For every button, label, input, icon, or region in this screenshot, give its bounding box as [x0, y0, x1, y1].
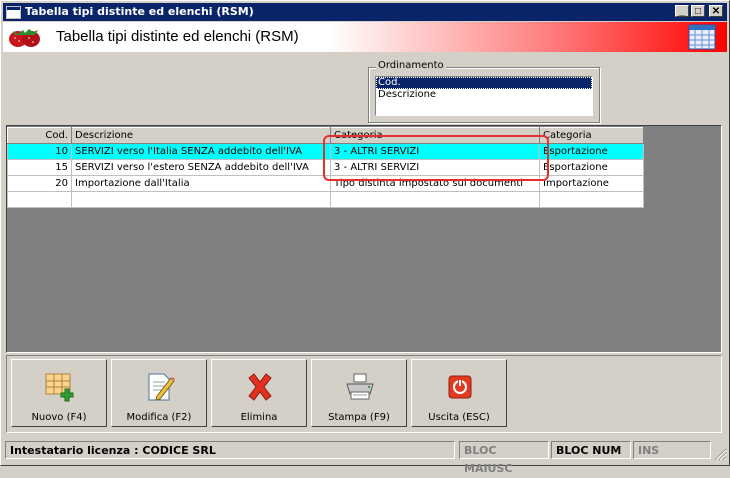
cell-cod[interactable]: 15 [7, 159, 72, 176]
delete-button-label: Elimina [240, 412, 278, 423]
close-button[interactable]: ✕ [709, 5, 723, 17]
column-header-cod[interactable]: Cod. [7, 127, 72, 144]
cell-descrizione[interactable]: Importazione dall'Italia [71, 175, 331, 192]
new-button-label: Nuovo (F4) [31, 412, 87, 423]
cell-empty[interactable] [71, 191, 331, 208]
sort-listbox[interactable]: Cod. Descrizione [375, 76, 593, 116]
main-window: Tabella tipi distinte ed elenchi (RSM) _… [0, 0, 730, 475]
print-button[interactable]: Stampa (F9) [311, 359, 407, 427]
title-bar[interactable]: Tabella tipi distinte ed elenchi (RSM) _… [3, 3, 727, 21]
printer-icon [346, 373, 374, 400]
exit-button[interactable]: Uscita (ESC) [411, 359, 507, 427]
page-title: Tabella tipi distinte ed elenchi (RSM) [56, 28, 299, 45]
header-banner: Tabella tipi distinte ed elenchi (RSM) [3, 22, 727, 52]
new-button[interactable]: Nuovo (F4) [11, 359, 107, 427]
calendar-icon[interactable] [688, 24, 716, 50]
exit-button-label: Uscita (ESC) [428, 412, 490, 423]
action-toolbar: Nuovo (F4) Modifica (F2) Elimina Stampa … [6, 355, 722, 433]
cell-categoria-2[interactable]: Importazione [539, 175, 644, 192]
license-status: Intestatario licenza : CODICE SRL [5, 441, 455, 459]
edit-button[interactable]: Modifica (F2) [111, 359, 207, 427]
cell-descrizione[interactable]: SERVIZI verso l'Italia SENZA addebito de… [71, 143, 331, 160]
minimize-button[interactable]: _ [675, 5, 689, 17]
delete-x-icon [248, 373, 272, 401]
edit-document-icon [148, 373, 175, 401]
edit-button-label: Modifica (F2) [126, 412, 192, 423]
cell-categoria-2[interactable]: Esportazione [539, 159, 644, 176]
maximize-button[interactable]: □ [691, 5, 705, 17]
window-icon [6, 6, 21, 19]
sort-group: Ordinamento Cod. Descrizione [368, 60, 600, 123]
caps-lock-indicator: BLOC MAIUSC [459, 441, 549, 475]
insert-indicator: INS [633, 441, 711, 459]
status-bar: Intestatario licenza : CODICE SRL BLOC M… [3, 439, 727, 475]
cell-empty[interactable] [7, 191, 72, 208]
cell-empty[interactable] [539, 191, 644, 208]
annotation-highlight [323, 135, 549, 181]
power-icon [448, 375, 472, 399]
cell-categoria-2[interactable]: Esportazione [539, 143, 644, 160]
window-title: Tabella tipi distinte ed elenchi (RSM) [25, 5, 254, 18]
sort-option-descrizione[interactable]: Descrizione [376, 89, 592, 101]
column-header-descrizione[interactable]: Descrizione [71, 127, 331, 144]
sort-option-cod[interactable]: Cod. [376, 77, 592, 89]
strawberry-icon [9, 29, 40, 47]
cell-cod[interactable]: 10 [7, 143, 72, 160]
cell-cod[interactable]: 20 [7, 175, 72, 192]
cell-descrizione[interactable]: SERVIZI verso l'estero SENZA addebito de… [71, 159, 331, 176]
cell-empty[interactable] [330, 191, 540, 208]
delete-button[interactable]: Elimina [211, 359, 307, 427]
print-button-label: Stampa (F9) [328, 412, 390, 423]
column-header-categoria-2[interactable]: Categoria [539, 127, 644, 144]
grid-add-icon [45, 373, 74, 402]
resize-grip-icon[interactable] [713, 447, 727, 461]
num-lock-indicator: BLOC NUM [551, 441, 631, 459]
table-row-new[interactable] [7, 191, 644, 208]
sort-label: Ordinamento [376, 60, 446, 71]
